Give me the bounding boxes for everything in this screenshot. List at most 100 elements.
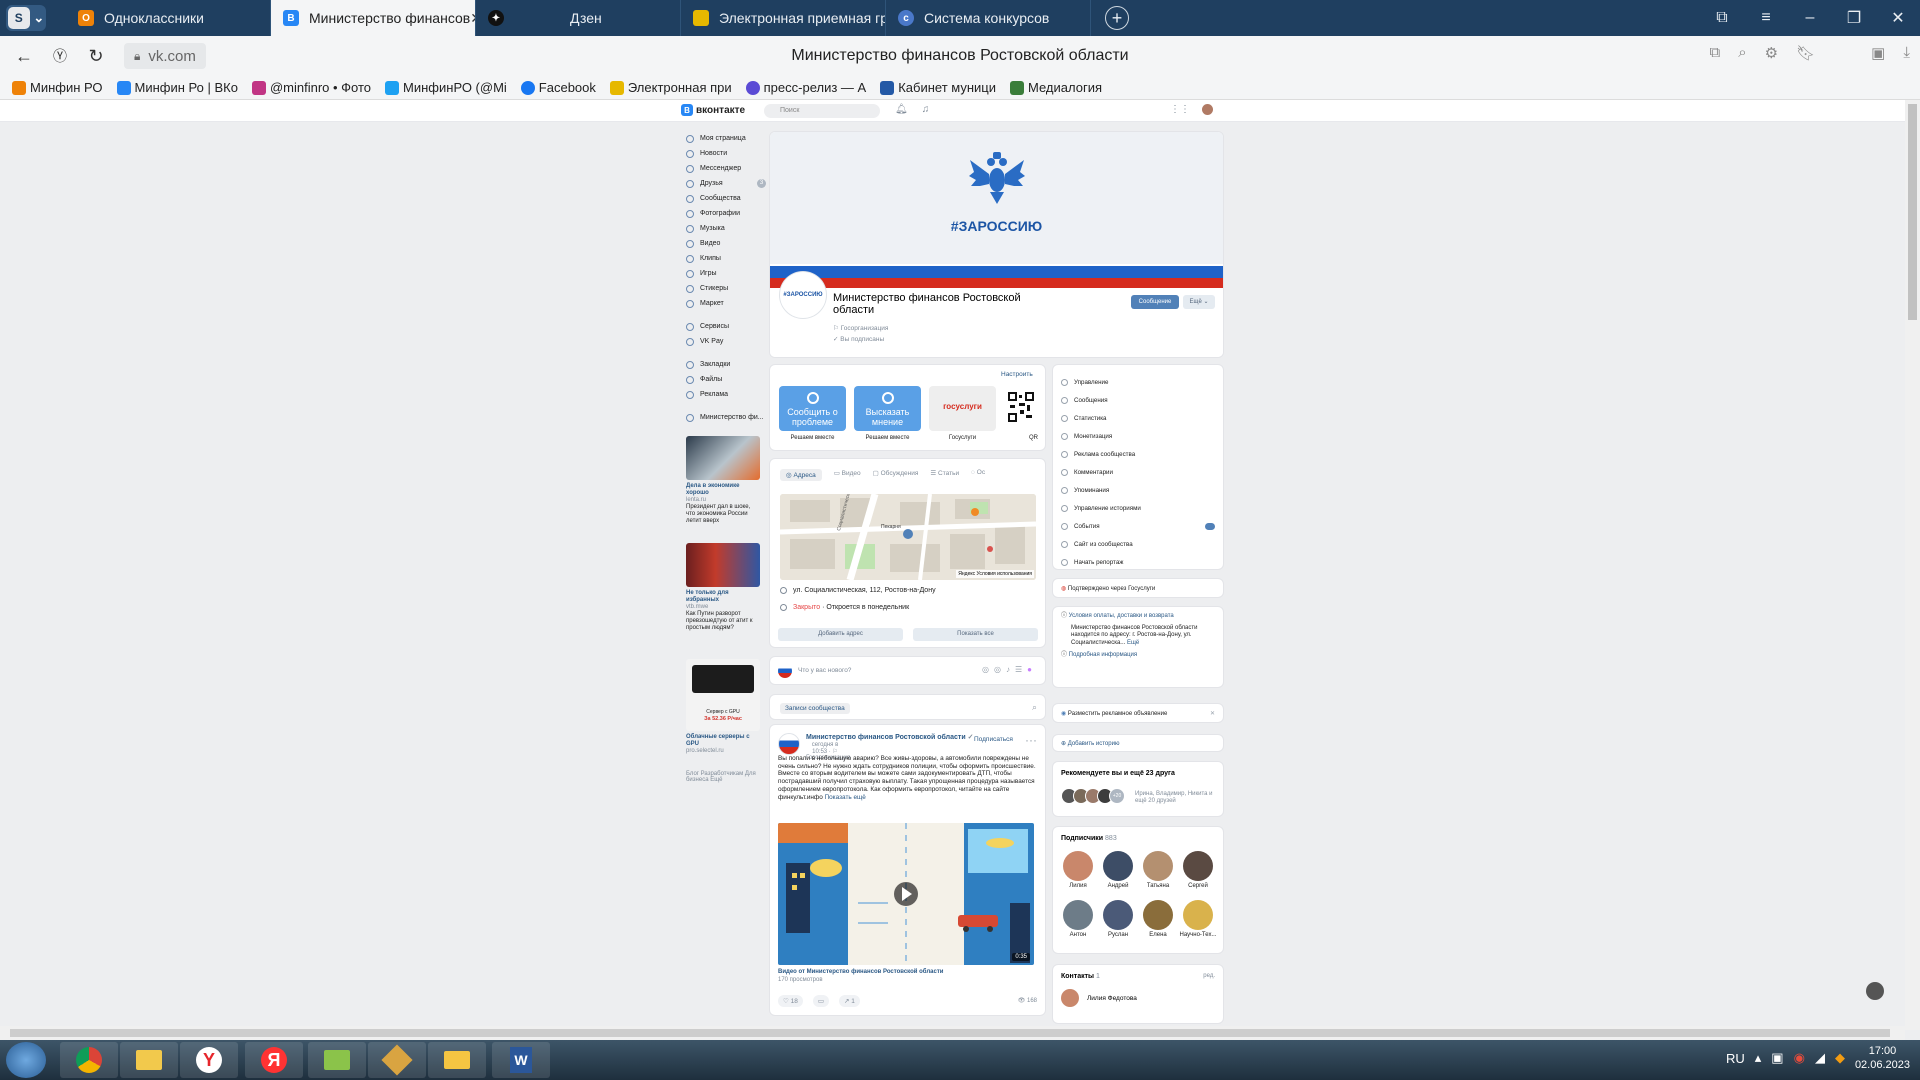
bookmark-item[interactable]: Facebook (520, 80, 596, 95)
contact-item[interactable]: Лилия Федотова (1061, 989, 1137, 1007)
browser-menu-button[interactable]: S ⌄ (6, 5, 46, 31)
extensions-icon[interactable]: ⚙ (1765, 44, 1778, 62)
yandex-browser-icon[interactable]: Y (180, 1042, 238, 1078)
menu-item-communities[interactable]: Сообщества (686, 191, 766, 206)
menu-item-news[interactable]: Новости (686, 146, 766, 161)
wall-tab[interactable]: Записи сообщества (780, 703, 850, 714)
yandex-icon[interactable]: Я (245, 1042, 303, 1078)
menu-item-my-page[interactable]: Моя страница (686, 131, 766, 146)
bookmark-item[interactable]: Минфин РО (12, 80, 103, 95)
explorer-icon[interactable] (120, 1042, 178, 1078)
contacts-title[interactable]: Контакты 1 ред. (1061, 973, 1215, 980)
menu-item-music[interactable]: Музыка (686, 221, 766, 236)
minimize-button[interactable]: – (1788, 9, 1832, 27)
subscriber-item[interactable]: Антон (1059, 900, 1097, 938)
subscriber-item[interactable]: Андрей (1099, 851, 1137, 889)
menu-item-bookmarks[interactable]: Закладки (686, 357, 766, 372)
chat-avatar-floating[interactable] (1866, 982, 1884, 1000)
subscriber-item[interactable]: Татьяна (1139, 851, 1177, 889)
horizontal-scrollbar[interactable] (0, 1026, 1905, 1040)
message-button[interactable]: Сообщение (1131, 295, 1179, 309)
bookmark-item[interactable]: Электронная при (609, 80, 732, 95)
menu-item-vkpay[interactable]: VK Pay (686, 334, 766, 349)
bookmark-item[interactable]: МинфинРО (@Mi (385, 80, 507, 95)
subscriber-item[interactable]: Лилия (1059, 851, 1097, 889)
post-more-icon[interactable]: ··· (1025, 733, 1037, 747)
tab-addresses[interactable]: ◎ Адреса (780, 469, 822, 481)
folder-icon[interactable] (308, 1042, 366, 1078)
admin-item-stories[interactable]: Управление историями (1061, 499, 1215, 517)
search-icon[interactable]: ⌕ (1032, 702, 1037, 713)
hours-row[interactable]: Закрыто · Откроется в понедельник (780, 604, 909, 611)
menu-item-video[interactable]: Видео (686, 236, 766, 251)
admin-item-live[interactable]: Начать репортаж (1061, 553, 1215, 571)
menu-icon[interactable]: ≡ (1744, 9, 1788, 27)
menu-item-services[interactable]: Сервисы (686, 319, 766, 334)
bookmark-icon[interactable]: 🔖︎ (1796, 44, 1815, 62)
recommend-avatars[interactable]: +20 (1061, 788, 1125, 804)
admin-item-monetization[interactable]: Монетизация (1061, 427, 1215, 445)
tab-articles[interactable]: ☰ Статьи (930, 469, 959, 481)
admin-item-events[interactable]: События (1061, 517, 1215, 535)
like-button[interactable]: ♡ 18 (778, 995, 803, 1007)
yandex-home-icon[interactable]: Ⓨ (42, 46, 78, 66)
tab-more[interactable]: ◌ Ос (971, 469, 985, 481)
bookmark-item[interactable]: Медиалогия (1010, 80, 1102, 95)
apps-settings-link[interactable]: Настроить (1001, 371, 1033, 378)
tab-odnoklassniki[interactable]: О Одноклассники (66, 0, 271, 36)
vertical-scrollbar[interactable] (1905, 100, 1920, 1030)
menu-item-clips[interactable]: Клипы (686, 251, 766, 266)
app-tile-qr[interactable] (1004, 386, 1038, 431)
menu-item-friends[interactable]: Друзья 3 (686, 176, 766, 191)
post-author-avatar[interactable] (778, 733, 800, 755)
chrome-icon[interactable] (60, 1042, 118, 1078)
ad-block[interactable]: Дела в экономике хорошо lenta.ru Президе… (686, 436, 760, 525)
place-ad-row[interactable]: ◉ Разместить рекламное объявление ✕ (1052, 703, 1224, 723)
payment-terms-link[interactable]: ⓘ Условия оплаты, доставки и возврата (1061, 613, 1215, 621)
admin-item-stats[interactable]: Статистика (1061, 409, 1215, 427)
mail-icon[interactable] (428, 1042, 486, 1078)
search-icon[interactable]: ⌕ (1738, 44, 1746, 62)
admin-item-ads[interactable]: Реклама сообщества (1061, 445, 1215, 463)
menu-item-games[interactable]: Игры (686, 266, 766, 281)
subscriber-item[interactable]: Научно-Тех... (1179, 900, 1217, 938)
admin-item-site[interactable]: Сайт из сообщества (1061, 535, 1215, 553)
admin-item-messages[interactable]: Сообщения (1061, 391, 1215, 409)
back-icon[interactable]: ← (6, 46, 42, 67)
post-video[interactable]: 0:35 (778, 823, 1034, 965)
start-button[interactable] (6, 1042, 46, 1078)
menu-item-market[interactable]: Маркет (686, 296, 766, 311)
app-tile-gosuslugi[interactable]: госуслуги (929, 386, 996, 431)
admin-item-manage[interactable]: Управление (1061, 373, 1215, 391)
admin-item-mentions[interactable]: Упоминания (1061, 481, 1215, 499)
apps-grid-icon[interactable]: ⋮⋮ (1170, 104, 1190, 115)
vk-logo[interactable]: Ввконтакте (681, 104, 745, 116)
url-field[interactable]: 🔒︎ vk.com (124, 43, 206, 69)
notifications-icon[interactable]: 🔔︎ (895, 104, 908, 115)
clock[interactable]: 17:00 02.06.2023 (1855, 1044, 1910, 1072)
tab-e-reception[interactable]: Электронная приемная гр (681, 0, 886, 36)
tab-discussions[interactable]: ▢ Обсуждения (873, 469, 919, 481)
close-icon[interactable]: ✕ (1210, 710, 1215, 717)
add-address-button[interactable]: Добавить адрес (778, 628, 903, 641)
subscriber-item[interactable]: Руслан (1099, 900, 1137, 938)
close-window-button[interactable]: ✕ (1876, 8, 1920, 28)
bookmark-item[interactable]: Минфин Ро | ВКо (116, 80, 238, 95)
show-all-button[interactable]: Показать все (913, 628, 1038, 641)
post-author[interactable]: Министерство финансов Ростовской области… (806, 733, 976, 741)
download-icon[interactable]: ⤓ (1903, 44, 1910, 62)
menu-item-ads[interactable]: Реклама (686, 387, 766, 402)
ad-block[interactable]: Не только для избранных vtb.mwe Как Пути… (686, 543, 760, 632)
subscribed-status[interactable]: ✓ Вы подписаны (833, 335, 884, 343)
bookmarks-panel-icon[interactable]: ⧉ (1700, 9, 1744, 27)
show-more-link[interactable]: Показать ещё (825, 794, 866, 801)
app-tile-give-opinion[interactable]: Высказать мнение (854, 386, 921, 431)
network-status-icon[interactable]: ▣ (1771, 1050, 1783, 1066)
share-icon[interactable]: ⧉ (1710, 44, 1721, 62)
tab-dzen[interactable]: ✦ Дзен (476, 0, 681, 36)
comment-button[interactable]: ▭ (812, 995, 830, 1007)
footer-links[interactable]: Блог Разработчикам Для бизнеса Ещё (686, 771, 760, 783)
address-row[interactable]: ул. Социалистическая, 112, Ростов-на-Дон… (780, 587, 936, 594)
tab-vk-minfin[interactable]: ВМинистерство финансов✕ (271, 0, 476, 36)
language-indicator[interactable]: RU (1726, 1051, 1745, 1066)
